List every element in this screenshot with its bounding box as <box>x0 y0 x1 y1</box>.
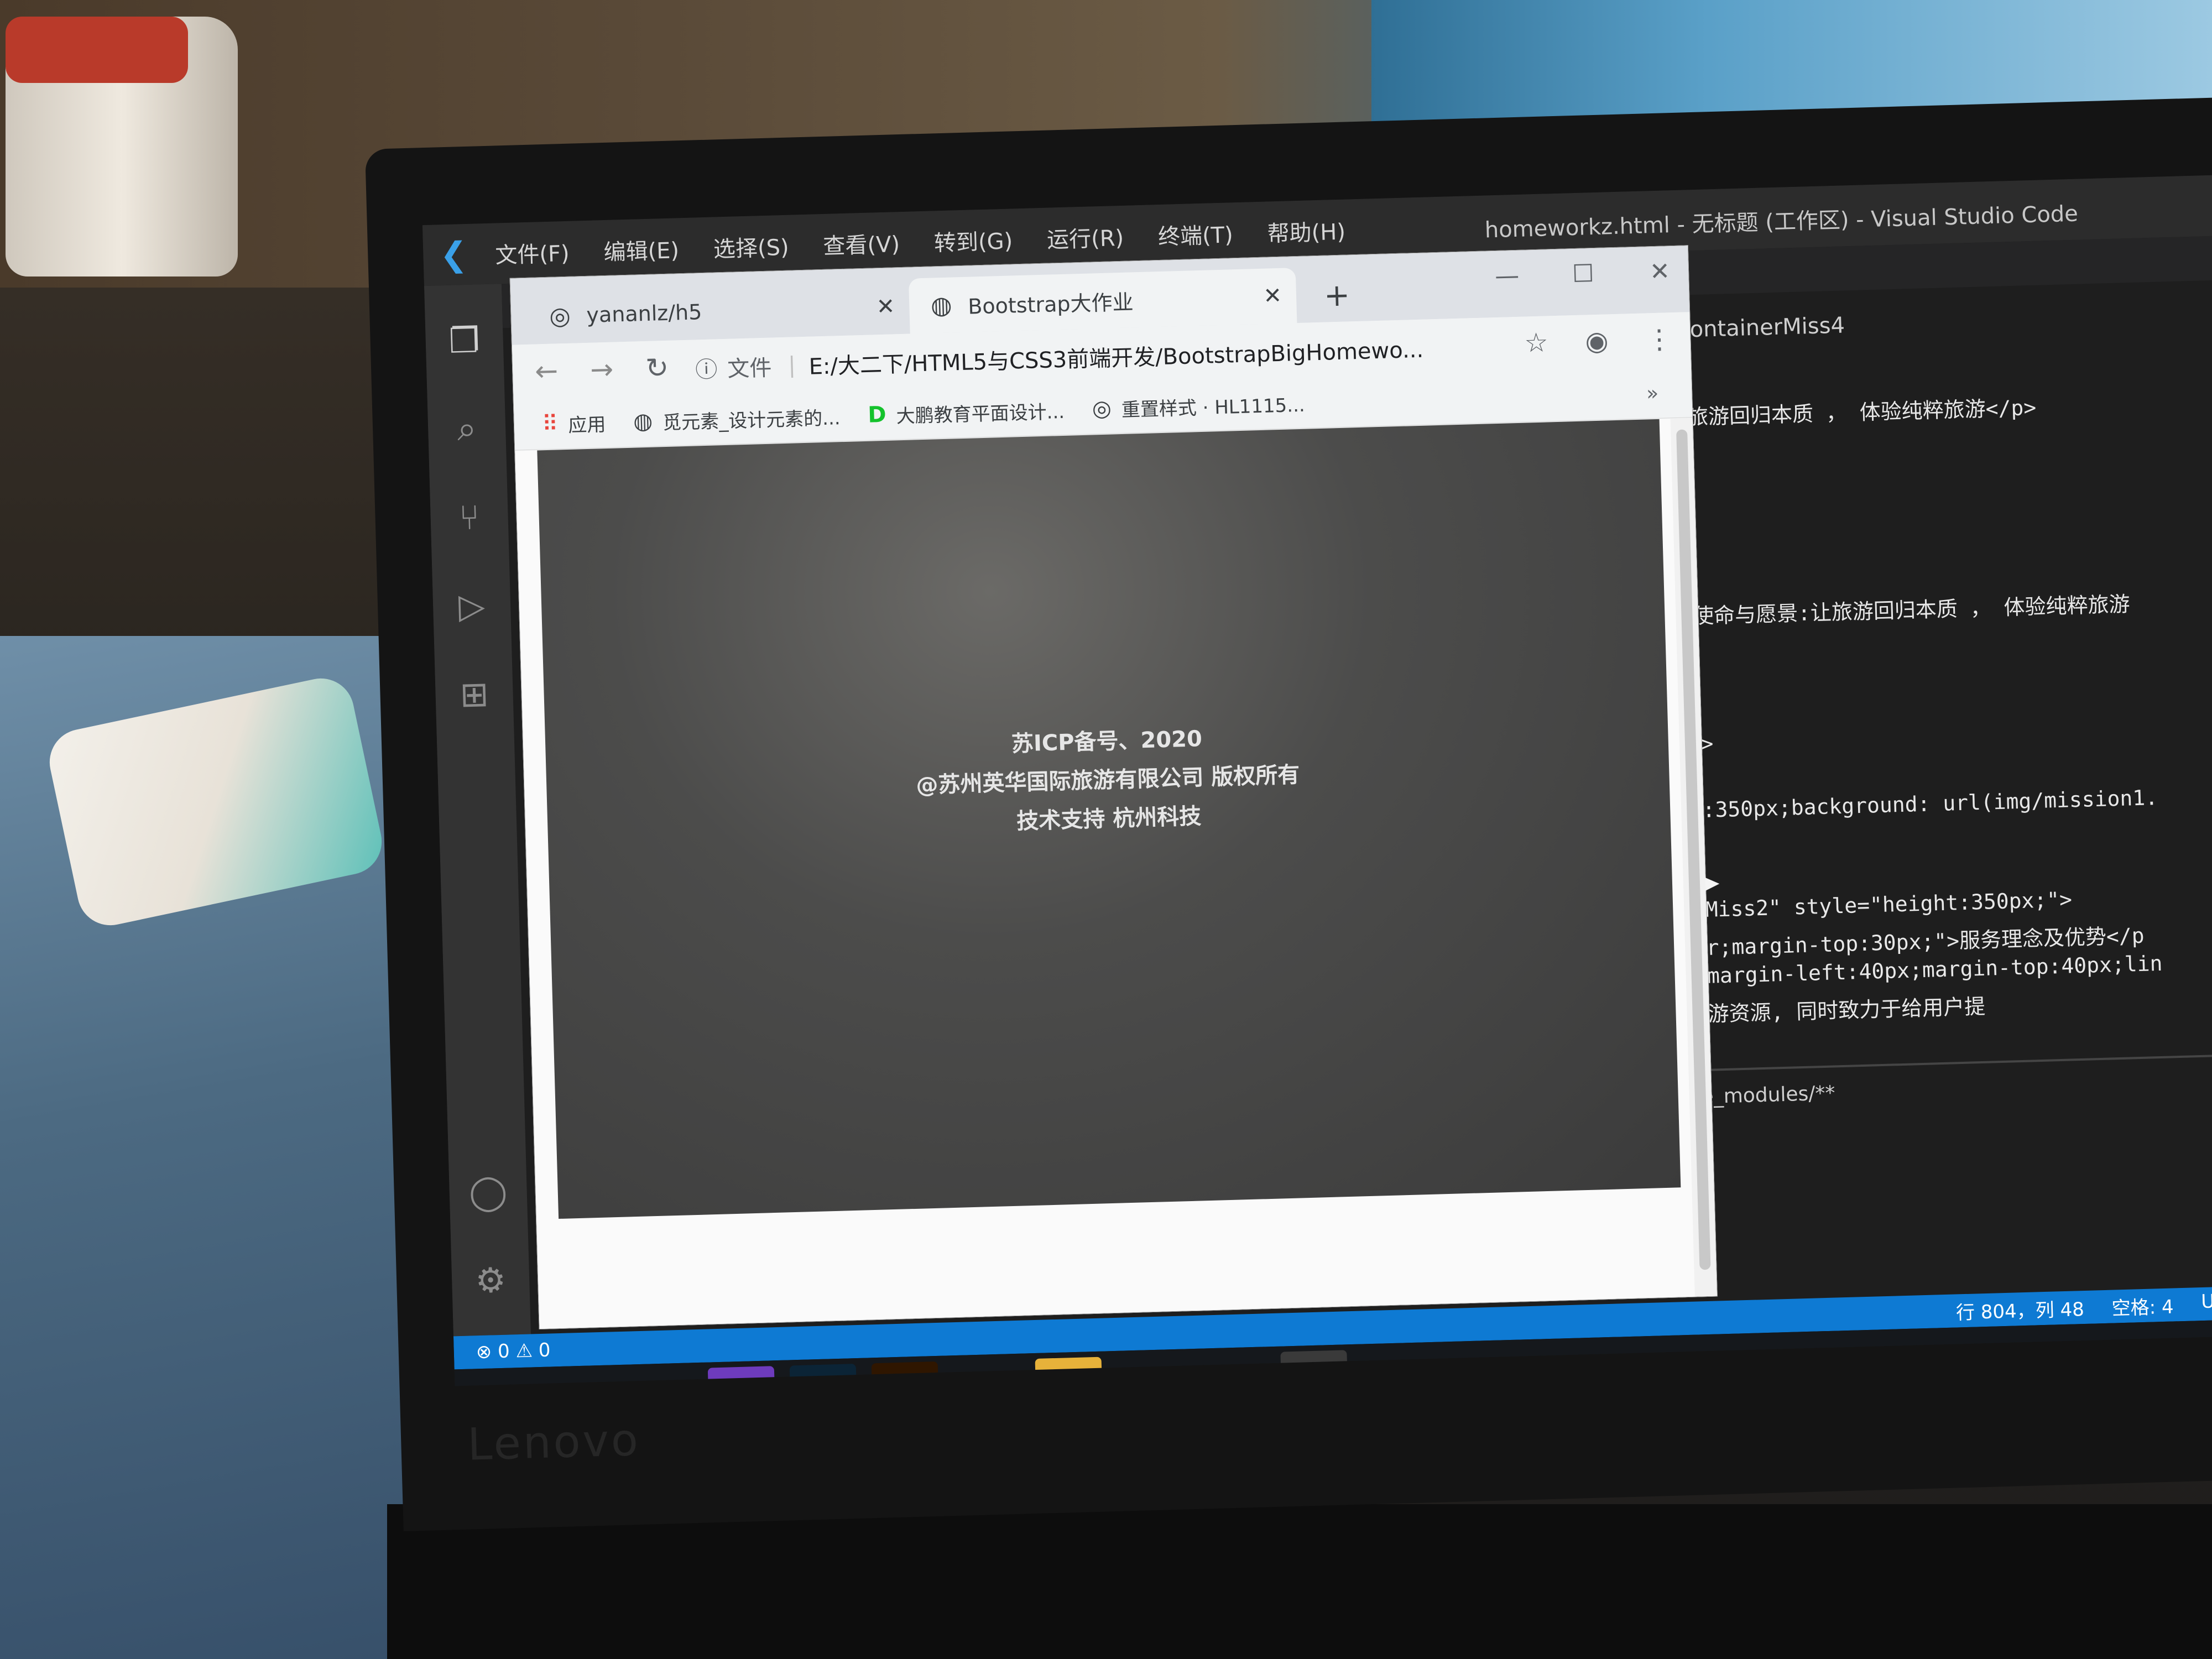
bookmark-label: 重置样式 · HL1115... <box>1121 394 1306 421</box>
bookmark-label: 大鹏教育平面设计... <box>896 400 1065 427</box>
vscode-taskbar-icon[interactable]: ❮ <box>1198 1352 1266 1386</box>
github-icon: ◎ <box>549 301 571 331</box>
window-close-icon[interactable]: ✕ <box>1649 257 1670 286</box>
scroll-thumb[interactable] <box>1676 429 1711 1270</box>
page-footer-section: 苏ICP备号、2020 @苏州英华国际旅游有限公司 版权所有 技术支持 杭州科技… <box>537 419 1722 1219</box>
bookmark-label: 觅元素_设计元素的... <box>662 406 841 434</box>
tab-title: Bootstrap大作业 <box>967 289 1134 319</box>
illustrator-icon[interactable]: Ai <box>871 1361 940 1386</box>
photoshop-icon[interactable]: Ps <box>789 1364 858 1386</box>
notes-icon[interactable]: ▤ <box>1035 1357 1103 1386</box>
screen: ❮ 文件(F) 编辑(E) 选择(S) 查看(V) 转到(G) 运行(R) 终端… <box>422 174 2212 1386</box>
menu-terminal[interactable]: 终端(T) <box>1157 217 1233 251</box>
internet-explorer-icon[interactable]: e <box>1117 1355 1185 1386</box>
scheme-label: 文件 <box>727 355 772 382</box>
chrome-icon[interactable]: ◉ <box>1280 1350 1349 1386</box>
extensions-icon[interactable]: ⊞ <box>451 671 497 717</box>
run-debug-icon[interactable]: ▷ <box>449 583 494 628</box>
menu-file[interactable]: 文件(F) <box>495 236 570 270</box>
d-logo-icon: D <box>867 401 887 428</box>
laptop-keyboard <box>387 1504 2212 1659</box>
minimize-icon[interactable]: — <box>1494 262 1519 290</box>
status-right: 行 804，列 48 空格: 4 UTF-8 <box>1955 1289 2212 1324</box>
edge-tray-icon[interactable]: e <box>2194 1344 2210 1375</box>
tab-title: yananlz/h5 <box>586 300 702 327</box>
menu-go[interactable]: 转到(G) <box>933 223 1013 257</box>
qq-icon[interactable]: ◕ <box>1362 1348 1430 1386</box>
menu-kebab-icon[interactable]: ⋮ <box>1646 324 1673 355</box>
bookmark-star-icon[interactable]: ☆ <box>1524 327 1549 358</box>
bookmark-item[interactable]: ◍ 觅元素_设计元素的... <box>633 403 841 435</box>
battery-icon[interactable]: ▮ <box>2107 1347 2122 1377</box>
window-title: homeworkz.html - 无标题 (工作区) - Visual Stud… <box>1484 201 2079 243</box>
source-control-icon[interactable]: ⑂ <box>447 494 492 540</box>
profile-icon[interactable]: ◉ <box>1585 325 1609 357</box>
menu-selection[interactable]: 选择(S) <box>713 229 789 264</box>
maximize-icon[interactable]: ☐ <box>1572 259 1594 288</box>
menu-view[interactable]: 查看(V) <box>823 226 900 260</box>
address-separator: | <box>787 352 796 378</box>
visual-studio-icon[interactable]: ∞ <box>707 1366 776 1386</box>
bookmarks-overflow-icon[interactable]: » <box>1646 382 1659 405</box>
bookmark-apps[interactable]: ⠿ 应用 <box>541 409 606 438</box>
close-icon[interactable]: ✕ <box>1263 283 1282 309</box>
laptop-brand: Lenovo <box>467 1414 641 1470</box>
menu-run[interactable]: 运行(R) <box>1046 220 1124 254</box>
problems-indicator[interactable]: ⊗ 0 ⚠ 0 <box>476 1339 551 1363</box>
back-icon[interactable]: ← <box>535 354 559 387</box>
indentation[interactable]: 空格: 4 <box>2111 1291 2174 1320</box>
github-icon: ◎ <box>1092 395 1112 422</box>
explorer-icon[interactable]: ❐ <box>442 317 487 363</box>
code-line[interactable]: 体;">使命与愿景:让旅游回归本质 ， 体验纯粹旅游 <box>1634 587 2130 631</box>
page-viewport: 苏ICP备号、2020 @苏州英华国际旅游有限公司 版权所有 技术支持 杭州科技… <box>515 418 1722 1329</box>
chrome-window: ◎ yananlz/h5 ✕ ◍ Bootstrap大作业 ✕ + — ☐ ✕ … <box>509 245 1722 1330</box>
jar-lid <box>6 17 188 83</box>
tab-github[interactable]: ◎ yananlz/h5 ✕ <box>527 279 910 345</box>
panel-divider <box>1635 1053 2212 1073</box>
footer-text: 苏ICP备号、2020 @苏州英华国际旅游有限公司 版权所有 技术支持 杭州科技 <box>545 707 1671 854</box>
settings-gear-icon[interactable]: ⚙ <box>468 1257 513 1302</box>
laptop-screen-bezel: Lenovo ❮ 文件(F) 编辑(E) 选择(S) 查看(V) 转到(G) 运… <box>365 97 2212 1532</box>
people-icon[interactable]: ⚇ <box>2059 1348 2083 1378</box>
bookmark-item[interactable]: ◎ 重置样式 · HL1115... <box>1092 389 1305 422</box>
globe-icon: ◍ <box>633 408 653 435</box>
url-text[interactable]: E:/大二下/HTML5与CSS3前端开发/BootstrapBigHomewo… <box>808 332 1424 381</box>
file-explorer-icon[interactable]: ▰ <box>953 1359 1021 1386</box>
vscode-logo-icon: ❮ <box>439 234 468 275</box>
search-icon[interactable]: ⌕ <box>444 406 489 451</box>
forward-icon[interactable]: → <box>589 353 614 386</box>
menu-edit[interactable]: 编辑(E) <box>603 232 680 267</box>
account-icon[interactable]: ◯ <box>466 1168 511 1214</box>
encoding[interactable]: UTF-8 <box>2201 1289 2212 1318</box>
menu-help[interactable]: 帮助(H) <box>1267 214 1346 248</box>
code-line[interactable]: eight:350px;background: url(img/mission1… <box>1639 785 2158 824</box>
close-icon[interactable]: ✕ <box>876 294 895 320</box>
bookmark-item[interactable]: D 大鹏教育平面设计... <box>868 396 1065 429</box>
info-icon[interactable]: ⓘ <box>695 351 718 384</box>
cursor-position[interactable]: 行 804，列 48 <box>1955 1294 2084 1324</box>
reload-icon[interactable]: ↻ <box>645 352 669 384</box>
new-tab-icon[interactable]: + <box>1323 277 1350 314</box>
windows-start-icon[interactable]: ⊞ <box>462 1373 530 1386</box>
cortana-icon[interactable]: ○ <box>544 1370 612 1386</box>
tab-bootstrap[interactable]: ◍ Bootstrap大作业 ✕ <box>908 268 1297 334</box>
bookmark-label: 应用 <box>567 413 606 437</box>
plastic-jar <box>6 17 238 276</box>
system-tray: ⚇ ▮ ⌃ e ◠ <box>2059 1343 2212 1379</box>
chevron-up-icon[interactable]: ⌃ <box>2147 1345 2169 1376</box>
globe-icon: ◍ <box>930 290 953 320</box>
apps-grid-icon: ⠿ <box>541 411 559 437</box>
task-view-icon[interactable]: ⧉ <box>626 1368 694 1386</box>
